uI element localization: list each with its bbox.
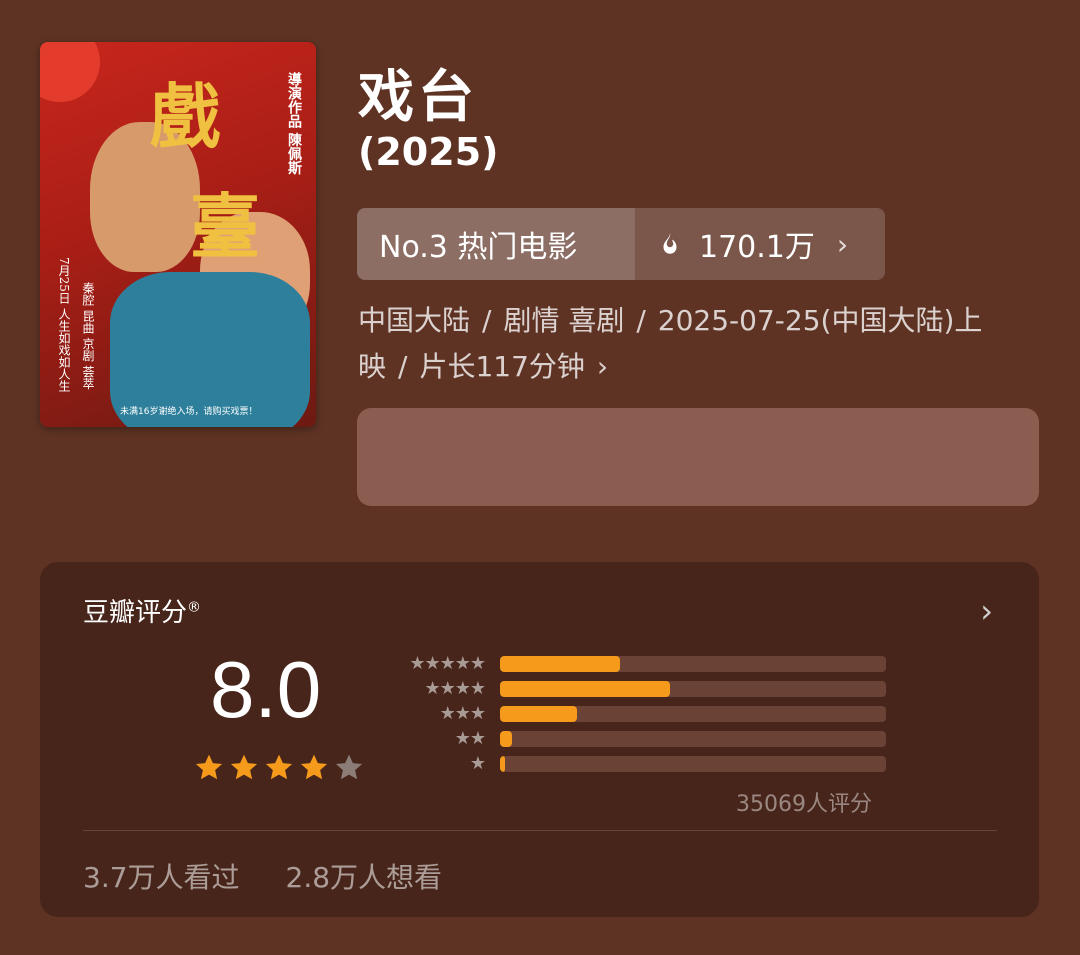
distribution-stars-icon: ★★★★★	[409, 653, 486, 674]
meta-release-date: 2025-07-25(中国大陆)上	[657, 304, 983, 337]
distribution-bar-track	[500, 731, 886, 747]
distribution-bar-track	[500, 706, 886, 722]
star-empty-icon	[335, 754, 363, 780]
rating-score: 8.0	[210, 645, 322, 734]
star-filled-icon	[195, 754, 223, 780]
meta-line: 中国大陆 / 剧情 喜剧 / 2025-07-25(中国大陆)上	[358, 298, 1038, 344]
distribution-stars-icon: ★	[469, 753, 486, 774]
meta-duration: 片长117分钟	[419, 350, 585, 383]
poster-release-date: 7月25日 人生如戏如人生	[57, 257, 71, 392]
watched-count[interactable]: 3.7万人看过	[83, 856, 240, 896]
heat-value: 170.1万	[699, 230, 815, 265]
movie-meta[interactable]: 中国大陆 / 剧情 喜剧 / 2025-07-25(中国大陆)上 映 / 片长117分钟 ›	[358, 298, 1038, 390]
meta-line: 映 / 片长117分钟 ›	[358, 344, 1038, 390]
ranking-badge[interactable]: No.3 热门电影 170.1万 ›	[357, 208, 885, 280]
poster-footer: 未满16岁谢绝入场，请购买戏票！	[120, 407, 258, 417]
chevron-right-icon[interactable]: ›	[980, 592, 993, 630]
rating-count[interactable]: 35069人评分	[736, 786, 872, 818]
meta-release-suffix: 映	[358, 350, 387, 383]
rating-stars	[193, 752, 365, 784]
meta-separator: /	[482, 304, 492, 337]
movie-poster[interactable]: 戲 臺 導演作品 陳佩斯 7月25日 人生如戏如人生 秦腔 昆曲 京剧 荟萃 未…	[40, 42, 316, 427]
movie-year: (2025)	[358, 130, 499, 174]
star-filled-icon	[300, 754, 328, 780]
want-count[interactable]: 2.8万人想看	[286, 856, 443, 896]
registered-mark: ®	[187, 599, 202, 616]
heat-indicator[interactable]: 170.1万 ›	[635, 208, 885, 280]
distribution-stars-icon: ★★★	[439, 703, 486, 724]
distribution-bar-track	[500, 656, 886, 672]
douban-rating-card[interactable]: 豆瓣评分® › 8.0 ★★★★★ ★★★★ ★★★ ★★ ★ 35069人评分 3.7…	[40, 562, 1039, 917]
chevron-right-icon: ›	[596, 350, 609, 383]
divider	[83, 830, 997, 831]
distribution-bar-track	[500, 756, 886, 772]
distribution-bar-track	[500, 681, 886, 697]
movie-title: 戏台	[358, 65, 478, 130]
watch-stats: 3.7万人看过 2.8万人想看	[83, 856, 442, 896]
distribution-bar-fill	[500, 681, 670, 697]
rating-title-text: 豆瓣评分	[83, 598, 188, 628]
distribution-stars-icon: ★★	[454, 728, 486, 749]
meta-separator: /	[398, 350, 408, 383]
rating-card-title: 豆瓣评分®	[83, 592, 201, 629]
star-filled-icon	[230, 754, 258, 780]
fire-icon	[663, 233, 677, 254]
poster-tagline: 秦腔 昆曲 京剧 荟萃	[81, 282, 95, 390]
distribution-stars-icon: ★★★★	[424, 678, 486, 699]
rank-label[interactable]: No.3 热门电影	[357, 208, 635, 280]
meta-separator: /	[636, 304, 646, 337]
poster-title-glyph: 戲	[150, 75, 220, 158]
chevron-right-icon: ›	[836, 227, 849, 261]
distribution-bar-fill	[500, 706, 578, 722]
distribution-bar-fill	[500, 756, 505, 772]
meta-genre: 剧情 喜剧	[503, 304, 625, 337]
distribution-bar-fill	[500, 731, 512, 747]
poster-decoration	[40, 42, 100, 102]
redacted-area	[357, 408, 1039, 506]
star-filled-icon	[265, 754, 293, 780]
poster-director: 導演作品 陳佩斯	[286, 72, 302, 175]
poster-title-glyph: 臺	[190, 185, 260, 268]
distribution-bar-fill	[500, 656, 620, 672]
meta-region: 中国大陆	[358, 304, 471, 337]
